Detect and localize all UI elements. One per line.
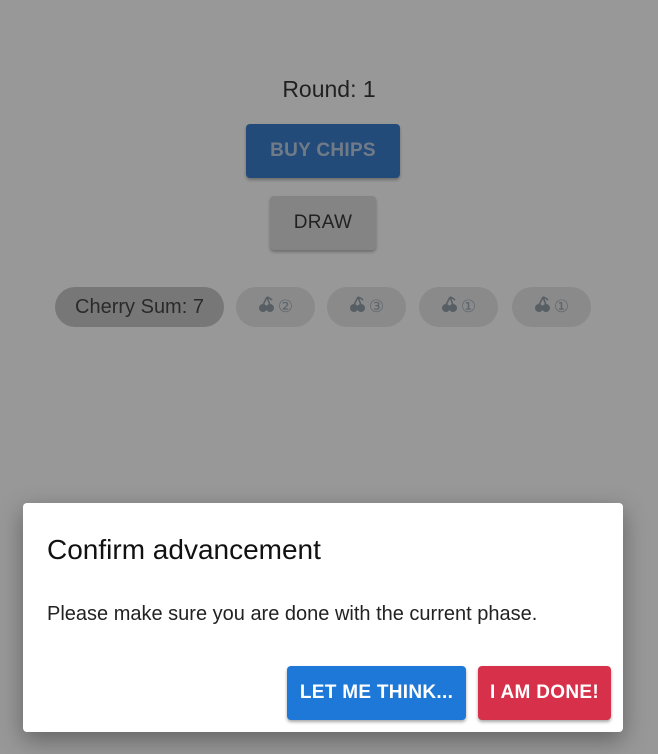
dialog-title: Confirm advancement xyxy=(47,534,321,565)
confirm-button[interactable]: I AM DONE! xyxy=(478,666,611,720)
cancel-button[interactable]: LET ME THINK... xyxy=(287,666,466,720)
dialog-message: Please make sure you are done with the c… xyxy=(47,603,538,625)
confirm-dialog: Confirm advancement Please make sure you… xyxy=(23,503,623,732)
